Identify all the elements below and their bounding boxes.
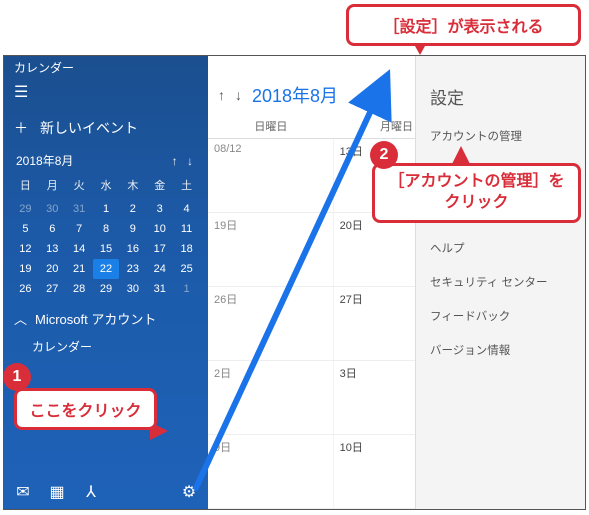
mini-day-cell[interactable]: 25 (173, 259, 200, 279)
mini-day-cell[interactable]: 20 (39, 259, 66, 279)
mini-dow-cell: 土 (173, 173, 200, 199)
mini-day-cell[interactable]: 4 (173, 199, 200, 219)
mini-day-cell[interactable]: 16 (119, 239, 146, 259)
mini-month-label: 2018年8月 (16, 152, 73, 169)
mini-day-cell[interactable]: 13 (39, 239, 66, 259)
plus-icon: ＋ (14, 118, 28, 138)
day-cell[interactable]: 2日 (208, 361, 334, 434)
mini-day-cell[interactable]: 18 (173, 239, 200, 259)
next-month-button[interactable]: ↓ (235, 87, 242, 103)
settings-item[interactable]: セキュリティ センター (416, 265, 585, 299)
step-badge-2: 2 (370, 141, 398, 169)
settings-item[interactable]: フィードバック (416, 299, 585, 333)
mail-icon[interactable]: ✉ (14, 483, 32, 501)
calendar-main: — □ × ↑ ↓ 2018年8月 日曜日月曜日火曜日 08/1213日14日1… (208, 56, 585, 509)
mini-day-cell[interactable]: 29 (93, 279, 120, 299)
mini-day-cell[interactable]: 17 (146, 239, 173, 259)
settings-panel: 設定 アカウントの管理個人用設定新機能ヘルプセキュリティ センターフィードバック… (415, 56, 585, 509)
mini-day-cell[interactable]: 12 (12, 239, 39, 259)
mini-day-cell[interactable]: 14 (66, 239, 93, 259)
chevron-up-icon: ︿ (14, 309, 27, 328)
mini-day-cell[interactable]: 1 (93, 199, 120, 219)
app-title: カレンダー (4, 56, 208, 78)
callout-line: ［アカウントの管理］を (387, 172, 566, 193)
mini-day-cell[interactable]: 15 (93, 239, 120, 259)
mini-day-cell[interactable]: 29 (12, 199, 39, 219)
settings-item-account-manage[interactable]: アカウントの管理 (416, 119, 585, 153)
account-toggle[interactable]: ︿ Microsoft アカウント (4, 299, 208, 332)
mini-day-cell[interactable]: 6 (39, 219, 66, 239)
weekday-cell: 日曜日 (208, 114, 334, 138)
hamburger-button[interactable]: ☰ (4, 78, 208, 110)
sidebar-bottom-bar: ✉ ▦ ⅄ ⚙ (4, 475, 208, 509)
mini-day-cell[interactable]: 21 (66, 259, 93, 279)
calendar-app-window: カレンダー ☰ ＋ 新しいイベント 2018年8月 ↑ ↓ 日月火水木金土 29… (3, 55, 586, 510)
mini-day-cell[interactable]: 8 (93, 219, 120, 239)
mini-week-row: 19202122232425 (12, 259, 200, 279)
settings-item[interactable]: バージョン情報 (416, 333, 585, 367)
account-label: Microsoft アカウント (35, 309, 156, 328)
mini-day-cell[interactable]: 30 (39, 199, 66, 219)
mini-day-cell[interactable]: 11 (173, 219, 200, 239)
people-icon[interactable]: ⅄ (82, 483, 100, 501)
callout-arrow-icon (452, 146, 470, 164)
settings-gear-button[interactable]: ⚙ (180, 483, 198, 501)
mini-next-button[interactable]: ↓ (184, 154, 196, 168)
mini-calendar-header: 2018年8月 ↑ ↓ (4, 148, 208, 173)
callout-click-here: ここをクリック (14, 388, 157, 430)
new-event-button[interactable]: ＋ 新しいイベント (4, 110, 208, 148)
mini-day-cell[interactable]: 10 (146, 219, 173, 239)
mini-week-row: 567891011 (12, 219, 200, 239)
mini-week-row: 2930311234 (12, 199, 200, 219)
calendar-item[interactable]: カレンダー (4, 332, 208, 361)
mini-day-cell[interactable]: 2 (119, 199, 146, 219)
mini-day-cell[interactable]: 7 (66, 219, 93, 239)
mini-dow-cell: 月 (39, 173, 66, 199)
mini-day-cell[interactable]: 9 (119, 219, 146, 239)
callout-settings-shown: ［設定］が表示される (346, 4, 581, 46)
mini-day-cell[interactable]: 31 (146, 279, 173, 299)
mini-day-cell[interactable]: 22 (93, 259, 120, 279)
mini-day-cell[interactable]: 27 (39, 279, 66, 299)
mini-day-cell[interactable]: 28 (66, 279, 93, 299)
calendar-icon[interactable]: ▦ (48, 483, 66, 501)
mini-day-cell[interactable]: 31 (66, 199, 93, 219)
mini-dow-cell: 木 (119, 173, 146, 199)
mini-day-cell[interactable]: 23 (119, 259, 146, 279)
mini-day-cell[interactable]: 30 (119, 279, 146, 299)
sidebar: カレンダー ☰ ＋ 新しいイベント 2018年8月 ↑ ↓ 日月火水木金土 29… (4, 56, 208, 509)
callout-line: クリック (387, 193, 566, 214)
mini-week-row: 12131415161718 (12, 239, 200, 259)
mini-week-row: 2627282930311 (12, 279, 200, 299)
main-month-label[interactable]: 2018年8月 (252, 82, 338, 108)
settings-title: 設定 (416, 56, 585, 119)
mini-dow-cell: 金 (146, 173, 173, 199)
mini-day-cell[interactable]: 24 (146, 259, 173, 279)
mini-calendar: 日月火水木金土 29303112345678910111213141516171… (4, 173, 208, 299)
day-cell[interactable]: 19日 (208, 213, 334, 286)
step-badge-1: 1 (3, 363, 31, 391)
mini-dow-cell: 水 (93, 173, 120, 199)
prev-month-button[interactable]: ↑ (218, 87, 225, 103)
day-cell[interactable]: 9日 (208, 435, 334, 508)
mini-day-cell[interactable]: 19 (12, 259, 39, 279)
mini-prev-button[interactable]: ↑ (169, 154, 181, 168)
mini-day-cell[interactable]: 1 (173, 279, 200, 299)
mini-day-cell[interactable]: 3 (146, 199, 173, 219)
mini-dow-cell: 日 (12, 173, 39, 199)
day-cell[interactable]: 08/12 (208, 139, 334, 212)
mini-day-cell[interactable]: 5 (12, 219, 39, 239)
callout-click-account-manage: ［アカウントの管理］を クリック (372, 163, 581, 223)
mini-day-cell[interactable]: 26 (12, 279, 39, 299)
mini-dow-cell: 火 (66, 173, 93, 199)
settings-item[interactable]: ヘルプ (416, 231, 585, 265)
new-event-label: 新しいイベント (40, 118, 138, 138)
day-cell[interactable]: 26日 (208, 287, 334, 360)
